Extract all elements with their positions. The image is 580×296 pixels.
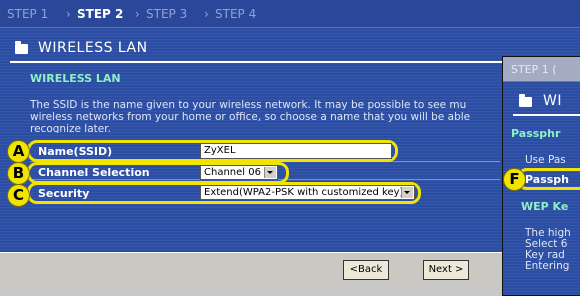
- second-text-line-1: The high: [525, 228, 571, 239]
- back-button[interactable]: <Back: [343, 260, 389, 280]
- callout-c: C: [7, 184, 30, 207]
- description-line-1: The SSID is the name given to your wirel…: [30, 99, 467, 111]
- channel-select[interactable]: Channel 06: [200, 165, 278, 180]
- second-step-fragment: STEP 1 (: [511, 63, 557, 76]
- folder-icon: [15, 41, 28, 54]
- callout-a: A: [7, 140, 30, 163]
- title-divider: [10, 61, 578, 63]
- channel-value: Channel 06: [204, 167, 261, 178]
- step-arrow: ›: [204, 7, 209, 21]
- wizard-steps-bar: STEP 1 › STEP 2 › STEP 3 › STEP 4: [0, 0, 580, 28]
- title-divider: [513, 114, 580, 116]
- section-heading: WIRELESS LAN: [30, 72, 121, 85]
- second-section-fragment: Passphr: [511, 127, 561, 140]
- second-steps-bar: STEP 1 (: [503, 57, 580, 82]
- wizard-window: STEP 1 › STEP 2 › STEP 3 › STEP 4 WIRELE…: [0, 0, 580, 286]
- folder-icon: [519, 94, 532, 107]
- second-wep-fragment: WEP Ke: [521, 200, 569, 213]
- description-line-3: recognize later.: [30, 123, 111, 133]
- channel-label: Channel Selection: [38, 166, 150, 179]
- step-3[interactable]: STEP 3: [146, 7, 187, 21]
- page-title: WIRELESS LAN: [38, 40, 148, 56]
- callout-b: B: [7, 162, 30, 185]
- passphrase-label-fragment: Passph: [525, 173, 569, 186]
- callout-f: F: [503, 168, 526, 191]
- step-2[interactable]: STEP 2: [77, 7, 123, 21]
- ssid-input[interactable]: ZyXEL: [200, 143, 392, 159]
- security-select[interactable]: Extend(WPA2-PSK with customized key): [200, 185, 415, 200]
- second-screen-overlay: STEP 1 ( WI Passphr Use Pas Passph F WEP…: [502, 56, 580, 296]
- second-title-fragment: WI: [543, 93, 562, 109]
- step-4[interactable]: STEP 4: [215, 7, 256, 21]
- security-value: Extend(WPA2-PSK with customized key): [204, 187, 404, 198]
- step-1[interactable]: STEP 1: [7, 7, 48, 21]
- step-arrow: ›: [66, 7, 71, 21]
- second-text-line-2: Select 6: [525, 239, 568, 250]
- second-use-fragment: Use Pas: [525, 154, 566, 166]
- step-arrow: ›: [135, 7, 140, 21]
- ssid-label: Name(SSID): [38, 145, 113, 158]
- second-text-line-3: Key rad: [525, 250, 565, 261]
- second-text-line-4: Entering: [525, 261, 570, 272]
- next-button[interactable]: Next >: [423, 260, 469, 280]
- security-label: Security: [38, 187, 90, 200]
- chevron-down-icon[interactable]: [401, 187, 413, 198]
- description-line-2: wireless networks from your home or offi…: [30, 111, 471, 123]
- button-bar: <Back Next >: [0, 252, 580, 286]
- chevron-down-icon[interactable]: [264, 167, 276, 178]
